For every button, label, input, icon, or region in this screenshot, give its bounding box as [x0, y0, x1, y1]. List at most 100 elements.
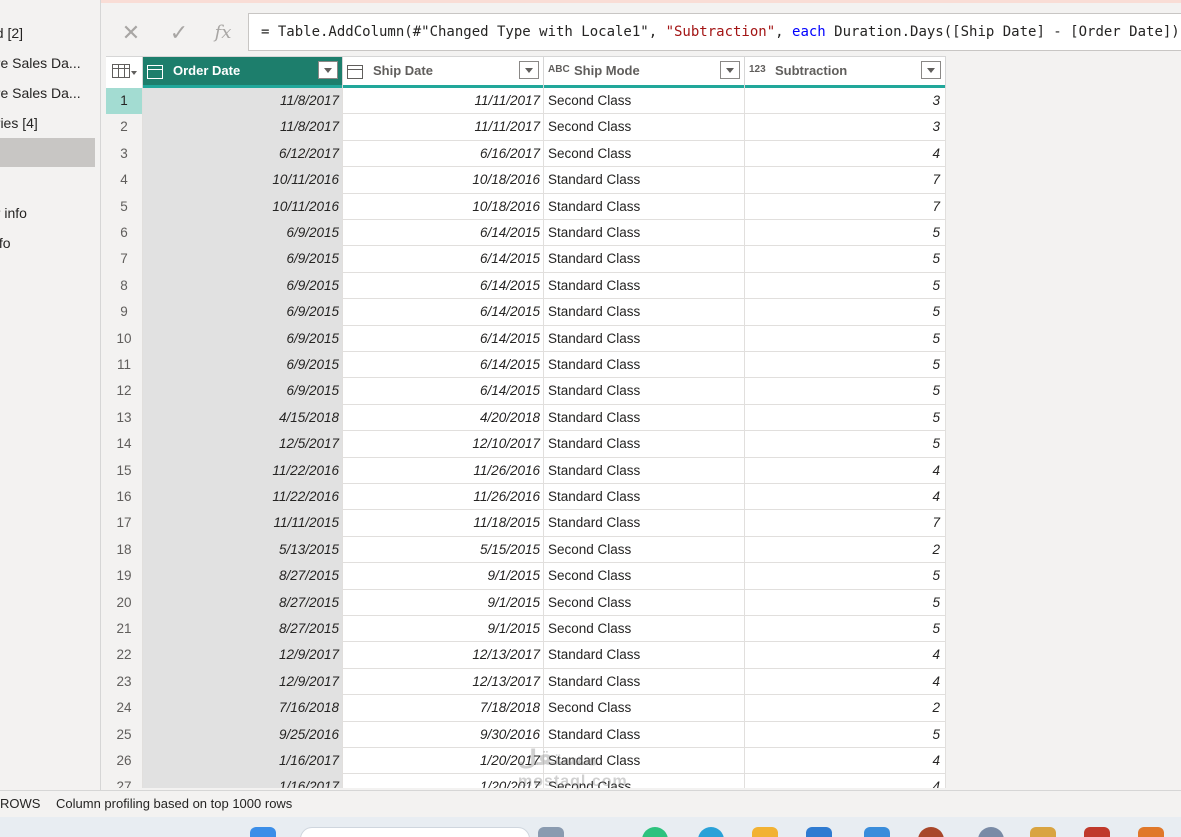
row-number[interactable]: 4 — [106, 167, 143, 194]
app-icon[interactable] — [1030, 827, 1056, 837]
row-number[interactable]: 2 — [106, 114, 143, 141]
column-header-order-date[interactable]: Order Date — [143, 57, 343, 89]
whatsapp-icon[interactable] — [642, 827, 668, 837]
table-row[interactable]: 3 6/12/2017 6/16/2017 Second Class 4 — [106, 140, 946, 168]
query-item[interactable]: ed [2] — [0, 19, 95, 48]
table-row[interactable]: 21 8/27/2015 9/1/2015 Second Class 5 — [106, 616, 946, 643]
column-profiling-status[interactable]: Column profiling based on top 1000 rows — [56, 791, 292, 817]
ship-date-cell: 1/20/2017 — [343, 774, 544, 788]
formula-input[interactable]: = Table.AddColumn(#"Changed Type with Lo… — [248, 13, 1181, 51]
query-item[interactable]: ore Sales Da... — [0, 49, 95, 78]
table-row[interactable]: 5 10/11/2016 10/18/2016 Standard Class 7 — [106, 193, 946, 220]
close-icon[interactable]: ✕ — [113, 16, 149, 50]
app-icon[interactable] — [1138, 827, 1164, 837]
table-row[interactable]: 11 6/9/2015 6/14/2015 Standard Class 5 — [106, 352, 946, 379]
table-row[interactable]: 8 6/9/2015 6/14/2015 Standard Class 5 — [106, 272, 946, 300]
table-row[interactable]: 6 6/9/2015 6/14/2015 Standard Class 5 — [106, 220, 946, 247]
row-number[interactable]: 12 — [106, 378, 143, 405]
row-number[interactable]: 20 — [106, 589, 143, 616]
calendar-icon[interactable] — [347, 65, 363, 79]
table-row[interactable]: 9 6/9/2015 6/14/2015 Standard Class 5 — [106, 299, 946, 326]
row-number[interactable]: 1 — [106, 88, 143, 115]
filter-dropdown-button[interactable] — [921, 61, 941, 79]
query-item[interactable]: er info — [0, 199, 95, 228]
windows-start-icon[interactable] — [250, 827, 276, 837]
table-row[interactable]: 17 11/11/2015 11/18/2015 Standard Class 7 — [106, 510, 946, 537]
row-number[interactable]: 7 — [106, 246, 143, 273]
column-header-ship-date[interactable]: Ship Date — [343, 57, 544, 89]
filter-dropdown-button[interactable] — [519, 61, 539, 79]
row-number[interactable]: 21 — [106, 616, 143, 643]
table-row[interactable]: 15 11/22/2016 11/26/2016 Standard Class 4 — [106, 457, 946, 484]
row-number[interactable]: 27 — [106, 774, 143, 788]
row-number[interactable]: 6 — [106, 220, 143, 247]
number-type-icon[interactable]: 123 — [749, 62, 767, 78]
filter-dropdown-button[interactable] — [318, 61, 338, 79]
row-number[interactable]: 5 — [106, 193, 143, 220]
query-item[interactable]: v — [0, 138, 95, 167]
fx-icon[interactable]: fx — [205, 16, 241, 50]
profile-icon[interactable] — [978, 827, 1004, 837]
app-icon[interactable] — [864, 827, 890, 837]
row-number[interactable]: 25 — [106, 721, 143, 748]
taskbar-search[interactable] — [300, 827, 530, 837]
empty-area — [946, 56, 1181, 790]
table-row[interactable]: 1 11/8/2017 11/11/2017 Second Class 3 — [106, 88, 946, 115]
table-row[interactable]: 7 6/9/2015 6/14/2015 Standard Class 5 — [106, 246, 946, 273]
row-number[interactable]: 9 — [106, 299, 143, 326]
row-number[interactable]: 11 — [106, 352, 143, 379]
ship-date-cell: 12/13/2017 — [343, 668, 544, 696]
row-number[interactable]: 22 — [106, 642, 143, 669]
check-icon[interactable]: ✓ — [161, 16, 197, 50]
query-item[interactable]: ore Sales Da... — [0, 79, 95, 108]
order-date-cell: 11/11/2015 — [143, 510, 343, 537]
table-row[interactable]: 10 6/9/2015 6/14/2015 Standard Class 5 — [106, 325, 946, 352]
table-row[interactable]: 12 6/9/2015 6/14/2015 Standard Class 5 — [106, 378, 946, 405]
table-row[interactable]: 22 12/9/2017 12/13/2017 Standard Class 4 — [106, 642, 946, 669]
table-row[interactable]: 16 11/22/2016 11/26/2016 Standard Class 4 — [106, 484, 946, 511]
table-row[interactable]: 20 8/27/2015 9/1/2015 Second Class 5 — [106, 589, 946, 616]
table-row[interactable]: 24 7/16/2018 7/18/2018 Second Class 2 — [106, 695, 946, 722]
ship-mode-cell: Standard Class — [544, 352, 745, 379]
row-number[interactable]: 17 — [106, 510, 143, 537]
text-type-icon[interactable]: ABC — [548, 62, 570, 78]
table-row[interactable]: 2 11/8/2017 11/11/2017 Second Class 3 — [106, 114, 946, 141]
row-number[interactable]: 18 — [106, 536, 143, 564]
order-date-cell: 11/8/2017 — [143, 114, 343, 141]
table-menu-button[interactable] — [106, 57, 143, 89]
column-header-ship-mode[interactable]: ABC Ship Mode — [544, 57, 745, 89]
table-row[interactable]: 19 8/27/2015 9/1/2015 Second Class 5 — [106, 563, 946, 590]
filter-dropdown-button[interactable] — [720, 61, 740, 79]
table-row[interactable]: 23 12/9/2017 12/13/2017 Standard Class 4 — [106, 668, 946, 696]
ship-date-cell: 6/16/2017 — [343, 140, 544, 168]
folder-icon[interactable] — [752, 827, 778, 837]
row-number[interactable]: 24 — [106, 695, 143, 722]
ship-date-cell: 11/11/2017 — [343, 88, 544, 115]
edge-icon[interactable] — [698, 827, 724, 837]
app-icon[interactable] — [538, 827, 564, 837]
row-number[interactable]: 19 — [106, 563, 143, 590]
query-item[interactable] — [0, 168, 95, 197]
row-number[interactable]: 3 — [106, 140, 143, 168]
row-number[interactable]: 26 — [106, 748, 143, 775]
table-row[interactable]: 14 12/5/2017 12/10/2017 Standard Class 5 — [106, 431, 946, 458]
row-number[interactable]: 10 — [106, 325, 143, 352]
calendar-icon[interactable] — [147, 65, 163, 79]
table-row[interactable]: 13 4/15/2018 4/20/2018 Standard Class 5 — [106, 404, 946, 432]
column-header-subtraction[interactable]: 123 Subtraction — [745, 57, 946, 89]
query-item[interactable]: eries [4] — [0, 109, 95, 138]
query-item[interactable]: info — [0, 229, 95, 258]
row-number[interactable]: 14 — [106, 431, 143, 458]
table-row[interactable]: 4 10/11/2016 10/18/2016 Standard Class 7 — [106, 167, 946, 194]
row-number[interactable]: 15 — [106, 457, 143, 484]
row-number[interactable]: 16 — [106, 484, 143, 511]
row-number[interactable]: 13 — [106, 404, 143, 432]
table-row[interactable]: 18 5/13/2015 5/15/2015 Second Class 2 — [106, 536, 946, 564]
profile-icon[interactable] — [918, 827, 944, 837]
store-icon[interactable] — [806, 827, 832, 837]
app-icon[interactable] — [1084, 827, 1110, 837]
ship-mode-cell: Second Class — [544, 114, 745, 141]
row-number[interactable]: 8 — [106, 272, 143, 300]
row-number[interactable]: 23 — [106, 668, 143, 696]
subtraction-cell: 7 — [745, 193, 946, 220]
